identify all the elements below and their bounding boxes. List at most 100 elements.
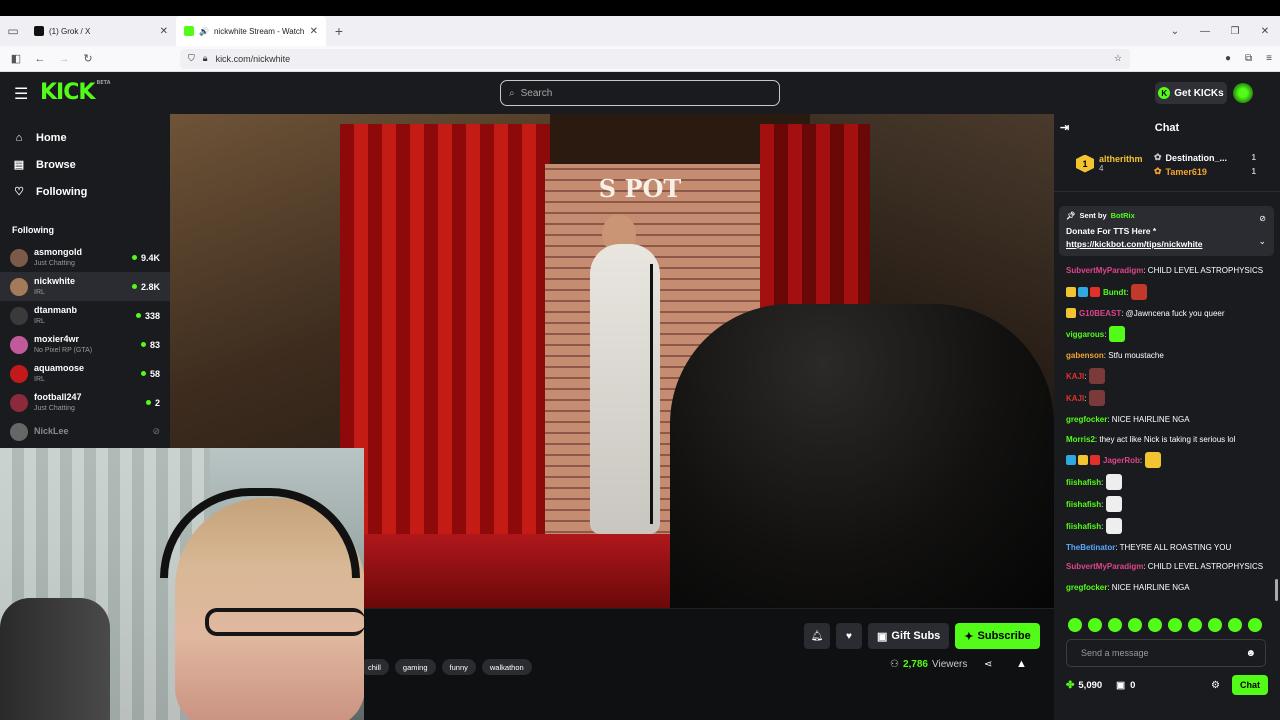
chat-username[interactable]: gregfocker: [1066, 413, 1107, 426]
bookmark-star-icon[interactable]: ☆: [1114, 53, 1122, 64]
close-window-icon[interactable]: ✕: [1250, 26, 1280, 37]
back-icon[interactable]: ←: [28, 53, 52, 65]
tab-list-chevron-icon[interactable]: ⌄: [1160, 26, 1190, 37]
emote-icon[interactable]: [1148, 618, 1162, 632]
shield-icon[interactable]: ⛉: [188, 53, 195, 64]
kick-logo[interactable]: KICK BETA: [40, 80, 111, 105]
user-avatar[interactable]: [1233, 83, 1253, 103]
sidebar-item-home[interactable]: ⌂ Home: [0, 124, 170, 151]
gifter-row[interactable]: ✿ Tamer619 1: [1154, 166, 1256, 177]
emote-icon[interactable]: [1228, 618, 1242, 632]
new-tab-icon[interactable]: +: [326, 23, 352, 39]
chat-message[interactable]: TheBetinator: THEYRE ALL ROASTING YOU: [1066, 540, 1274, 554]
chat-username[interactable]: Bundt: [1103, 286, 1126, 299]
chat-username[interactable]: fiishafish: [1066, 520, 1101, 533]
chat-message[interactable]: gabenson: Stfu moustache: [1066, 348, 1274, 362]
following-item[interactable]: asmongold Just Chatting 9.4K: [0, 243, 170, 272]
gift-subs-button[interactable]: ▣ Gift Subs: [868, 623, 950, 649]
chat-message[interactable]: fiishafish:: [1066, 474, 1274, 490]
following-item[interactable]: NickLee ⊘: [0, 417, 170, 446]
get-kicks-button[interactable]: K Get KICKs: [1155, 82, 1227, 104]
emote-icon[interactable]: [1208, 618, 1222, 632]
chat-username[interactable]: Morris2: [1066, 433, 1095, 446]
follow-heart-button[interactable]: ♥: [836, 623, 862, 649]
emote-icon[interactable]: [1108, 618, 1122, 632]
chat-message[interactable]: fiishafish:: [1066, 518, 1274, 534]
chat-username[interactable]: fiishafish: [1066, 498, 1101, 511]
browser-tab-kick[interactable]: 🔊 nickwhite Stream - Watch Live on Kick …: [176, 16, 326, 46]
emote-icon[interactable]: [1088, 618, 1102, 632]
emoji-picker-icon[interactable]: ☻: [1245, 648, 1256, 659]
chat-username[interactable]: SubvertMyParadigm: [1066, 562, 1143, 571]
tag-chip[interactable]: walkathon: [481, 659, 532, 675]
unpin-icon[interactable]: ⊘: [1259, 214, 1266, 223]
chat-message[interactable]: gregfocker: NICE HAIRLINE NGA: [1066, 580, 1274, 594]
close-tab-icon[interactable]: ✕: [160, 26, 168, 37]
url-text[interactable]: kick.com/nickwhite: [216, 54, 291, 64]
reload-icon[interactable]: ↻: [76, 52, 100, 65]
close-tab-icon[interactable]: ✕: [310, 26, 318, 37]
chat-message[interactable]: fiishafish:: [1066, 496, 1274, 512]
top-gifter[interactable]: 1 altherithm 4: [1076, 154, 1143, 173]
following-item[interactable]: aquamoose IRL 58: [0, 359, 170, 388]
subscribe-button[interactable]: ✦ Subscribe: [955, 623, 1040, 649]
chat-message[interactable]: Bundt:: [1066, 284, 1274, 300]
following-item[interactable]: dtanmanb IRL 338: [0, 301, 170, 330]
following-item[interactable]: football247 Just Chatting 2: [0, 388, 170, 417]
sidebar-toggle-icon[interactable]: ◧: [4, 52, 28, 65]
chat-username[interactable]: fiishafish: [1066, 476, 1101, 489]
lock-icon[interactable]: 🔒︎: [203, 53, 208, 64]
pinned-link[interactable]: https://kickbot.com/tips/nickwhite: [1066, 239, 1203, 249]
chevron-down-icon[interactable]: ⌄: [1258, 236, 1266, 247]
chat-message[interactable]: SubvertMyParadigm: CHILD LEVEL ASTROPHYS…: [1066, 560, 1274, 574]
sidebar-item-browse[interactable]: ▤ Browse: [0, 151, 170, 178]
tag-chip[interactable]: chill: [360, 659, 389, 675]
chat-username[interactable]: gabenson: [1066, 349, 1104, 362]
emote-icon[interactable]: [1068, 618, 1082, 632]
chat-message[interactable]: JagerRob:: [1066, 452, 1274, 468]
gift-count[interactable]: ▣ 0: [1116, 680, 1135, 691]
account-icon[interactable]: ●: [1225, 53, 1231, 64]
report-warning-icon[interactable]: ▲: [1016, 658, 1027, 670]
send-chat-button[interactable]: Chat: [1232, 675, 1268, 695]
chat-message[interactable]: viggarous:: [1066, 326, 1274, 342]
url-bar[interactable]: ⛉ 🔒︎ kick.com/nickwhite ☆: [180, 48, 1130, 69]
chat-username[interactable]: TheBetinator: [1066, 541, 1115, 554]
chat-username[interactable]: KAJI: [1066, 370, 1084, 383]
gifter-row[interactable]: ✿ Destination_... 1: [1154, 152, 1256, 163]
chat-message[interactable]: KAJI:: [1066, 390, 1274, 406]
browser-tab-grok[interactable]: (1) Grok / X ✕: [26, 16, 176, 46]
chat-message[interactable]: G10BEAST: @Jawncena fuck you queer: [1066, 306, 1274, 320]
chat-username[interactable]: SubvertMyParadigm: [1066, 266, 1143, 275]
search-input[interactable]: ⌕ Search: [500, 80, 780, 106]
emote-icon[interactable]: [1168, 618, 1182, 632]
following-item[interactable]: nickwhite IRL 2.8K: [0, 272, 170, 301]
chat-message[interactable]: Morris2: they act like Nick is taking it…: [1066, 432, 1274, 446]
menu-icon[interactable]: ≡: [1266, 53, 1272, 64]
emote-icon[interactable]: [1248, 618, 1262, 632]
emote-icon[interactable]: [1188, 618, 1202, 632]
chat-username[interactable]: viggarous: [1066, 328, 1104, 341]
tab-list-icon[interactable]: ▭: [0, 16, 26, 46]
chat-message[interactable]: SubvertMyParadigm: CHILD LEVEL ASTROPHYS…: [1066, 264, 1274, 278]
chat-username[interactable]: gregfocker: [1066, 581, 1107, 594]
collapse-chat-icon[interactable]: ⇥: [1060, 121, 1069, 134]
notification-bell-button[interactable]: 🔔︎: [804, 623, 830, 649]
chat-scrollbar[interactable]: [1275, 579, 1278, 601]
sidebar-item-following[interactable]: ♡ Following: [0, 178, 170, 205]
chat-username[interactable]: G10BEAST: [1079, 307, 1121, 320]
emote-icon[interactable]: [1128, 618, 1142, 632]
share-icon[interactable]: ⋖: [984, 659, 992, 670]
speaker-icon[interactable]: 🔊: [199, 27, 209, 36]
chat-settings-icon[interactable]: ⚙: [1211, 680, 1220, 691]
tag-chip[interactable]: funny: [441, 659, 476, 675]
kicks-balance[interactable]: ✤ 5,090: [1066, 680, 1102, 691]
pinned-message[interactable]: 📌︎ Sent by BotRix Donate For TTS Here * …: [1059, 206, 1274, 256]
restore-icon[interactable]: ❐: [1220, 26, 1250, 37]
forward-icon[interactable]: →: [52, 53, 76, 65]
chat-username[interactable]: JagerRob: [1103, 454, 1140, 467]
extensions-icon[interactable]: ⧉: [1245, 53, 1252, 64]
chat-username[interactable]: KAJI: [1066, 392, 1084, 405]
hamburger-menu-icon[interactable]: ☰: [14, 84, 28, 104]
chat-message[interactable]: gregfocker: NICE HAIRLINE NGA: [1066, 412, 1274, 426]
